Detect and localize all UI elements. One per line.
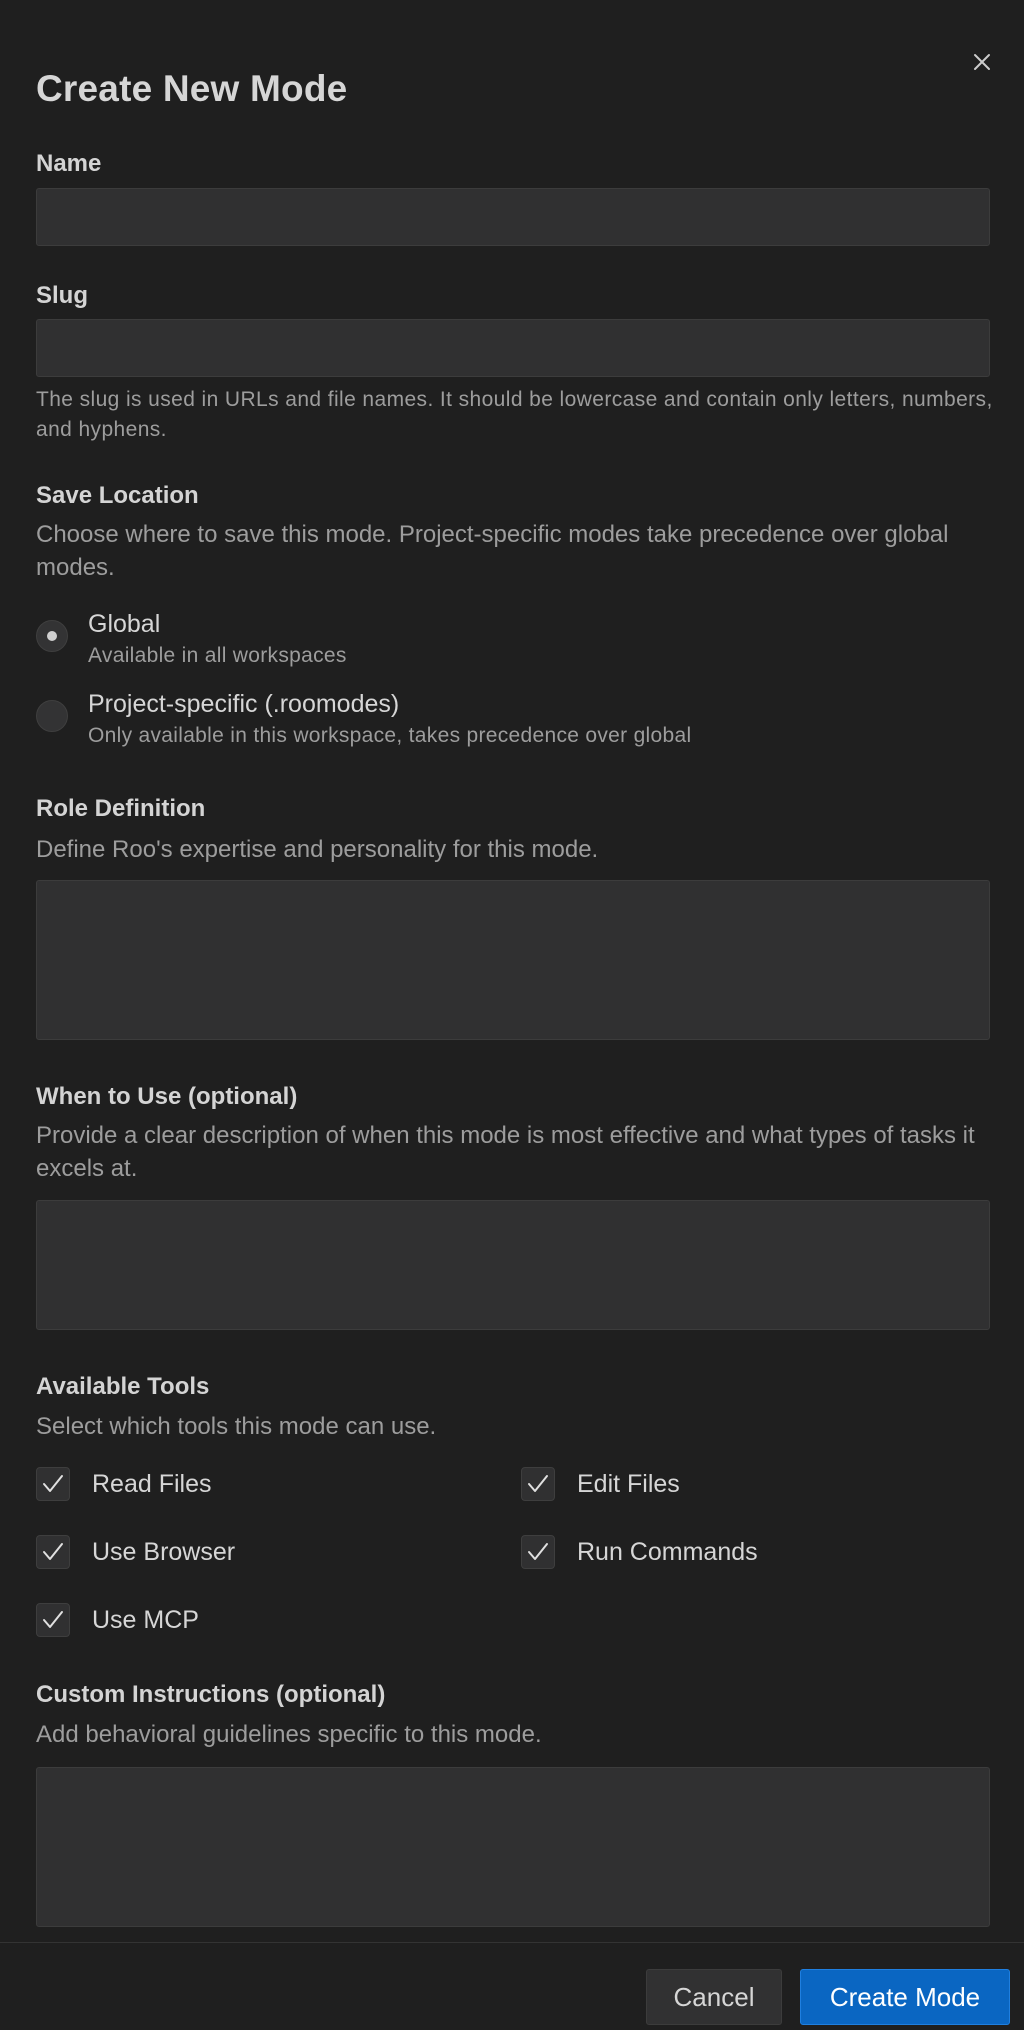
dialog-footer: Cancel Create Mode	[0, 1942, 1024, 2030]
tool-read-files[interactable]: Read Files	[36, 1466, 212, 1502]
tool-edit-files[interactable]: Edit Files	[521, 1466, 680, 1502]
cancel-button[interactable]: Cancel	[646, 1969, 782, 2025]
checkbox-use-mcp[interactable]	[36, 1603, 70, 1637]
radio-option-global[interactable]: Global Available in all workspaces	[36, 610, 996, 672]
checkmark-icon	[43, 1611, 63, 1628]
save-location-description: Choose where to save this mode. Project-…	[36, 521, 949, 581]
role-definition-label: Role Definition	[36, 795, 206, 822]
radio-global-subtitle: Available in all workspaces	[88, 644, 347, 667]
radio-project-title: Project-specific (.roomodes)	[88, 690, 400, 718]
role-definition-textarea[interactable]	[36, 880, 990, 1040]
run-commands-label: Run Commands	[577, 1537, 758, 1566]
checkbox-use-browser[interactable]	[36, 1535, 70, 1569]
radio-global-title: Global	[88, 610, 161, 638]
checkbox-read-files[interactable]	[36, 1467, 70, 1501]
slug-input[interactable]	[36, 319, 990, 377]
checkmark-icon	[528, 1475, 548, 1492]
edit-files-label: Edit Files	[577, 1469, 680, 1498]
custom-instructions-label: Custom Instructions (optional)	[36, 1681, 386, 1708]
when-to-use-textarea[interactable]	[36, 1200, 990, 1330]
radio-global[interactable]	[36, 620, 68, 652]
when-to-use-description: Provide a clear description of when this…	[36, 1122, 975, 1182]
read-files-label: Read Files	[92, 1469, 212, 1498]
close-icon	[974, 54, 990, 70]
radio-option-project[interactable]: Project-specific (.roomodes) Only availa…	[36, 690, 996, 752]
available-tools-description: Select which tools this mode can use.	[36, 1413, 437, 1440]
radio-project-specific[interactable]	[36, 700, 68, 732]
tool-run-commands[interactable]: Run Commands	[521, 1534, 758, 1570]
available-tools-label: Available Tools	[36, 1373, 210, 1400]
checkmark-icon	[43, 1543, 63, 1560]
role-definition-description: Define Roo's expertise and personality f…	[36, 836, 599, 863]
create-mode-dialog: Create New Mode Name Slug The slug is us…	[0, 0, 1024, 2030]
slug-help-text: The slug is used in URLs and file names.…	[36, 388, 993, 441]
dialog-title: Create New Mode	[36, 68, 348, 109]
close-button[interactable]	[966, 46, 998, 78]
use-browser-label: Use Browser	[92, 1537, 236, 1566]
use-mcp-label: Use MCP	[92, 1605, 199, 1634]
name-input[interactable]	[36, 188, 990, 246]
save-location-label: Save Location	[36, 482, 199, 509]
custom-instructions-description: Add behavioral guidelines specific to th…	[36, 1721, 542, 1748]
checkmark-icon	[528, 1543, 548, 1560]
checkmark-icon	[43, 1475, 63, 1492]
custom-instructions-textarea[interactable]	[36, 1767, 990, 1927]
when-to-use-label: When to Use (optional)	[36, 1083, 298, 1110]
checkbox-edit-files[interactable]	[521, 1467, 555, 1501]
name-label: Name	[36, 150, 102, 177]
tool-use-browser[interactable]: Use Browser	[36, 1534, 235, 1570]
slug-label: Slug	[36, 282, 88, 309]
radio-project-subtitle: Only available in this workspace, takes …	[88, 724, 692, 747]
create-mode-button[interactable]: Create Mode	[800, 1969, 1010, 2025]
tool-use-mcp[interactable]: Use MCP	[36, 1602, 199, 1638]
checkbox-run-commands[interactable]	[521, 1535, 555, 1569]
